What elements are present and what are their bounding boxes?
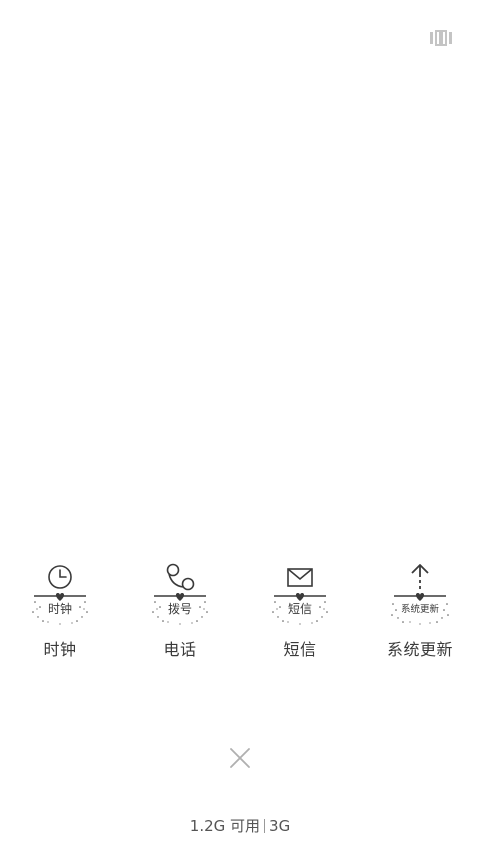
recent-apps-row: 时钟 时钟 拨号 电话 短信 短信 系统更新 系统更新 xyxy=(0,560,480,660)
app-badge-text: 短信 xyxy=(288,602,312,616)
app-badge-text: 系统更新 xyxy=(401,603,440,615)
clear-all-button[interactable] xyxy=(228,746,252,770)
memory-status: 1.2G 可用 3G xyxy=(0,815,480,836)
app-label: 系统更新 xyxy=(386,640,453,659)
clock-icon: 时钟 xyxy=(32,565,88,625)
memory-total: 3G xyxy=(269,817,291,835)
envelope-icon: 短信 xyxy=(272,568,328,625)
app-label: 电话 xyxy=(163,640,197,659)
app-badge-text: 拨号 xyxy=(168,602,192,616)
recent-app-sms[interactable]: 短信 短信 xyxy=(240,560,360,660)
recent-app-system-update[interactable]: 系统更新 系统更新 xyxy=(360,560,480,660)
memory-available: 1.2G 可用 xyxy=(189,817,261,835)
app-label: 短信 xyxy=(283,640,317,659)
app-label: 时钟 xyxy=(43,640,77,659)
recent-app-clock[interactable]: 时钟 时钟 xyxy=(0,560,120,660)
close-icon xyxy=(230,748,250,768)
arrow-up-icon: 系统更新 xyxy=(391,564,449,625)
app-badge-text: 时钟 xyxy=(48,601,72,616)
memory-separator xyxy=(264,819,266,833)
phone-icon: 拨号 xyxy=(152,563,208,625)
recent-app-phone[interactable]: 拨号 电话 xyxy=(120,560,240,660)
layout-toggle-icon[interactable] xyxy=(430,30,452,46)
